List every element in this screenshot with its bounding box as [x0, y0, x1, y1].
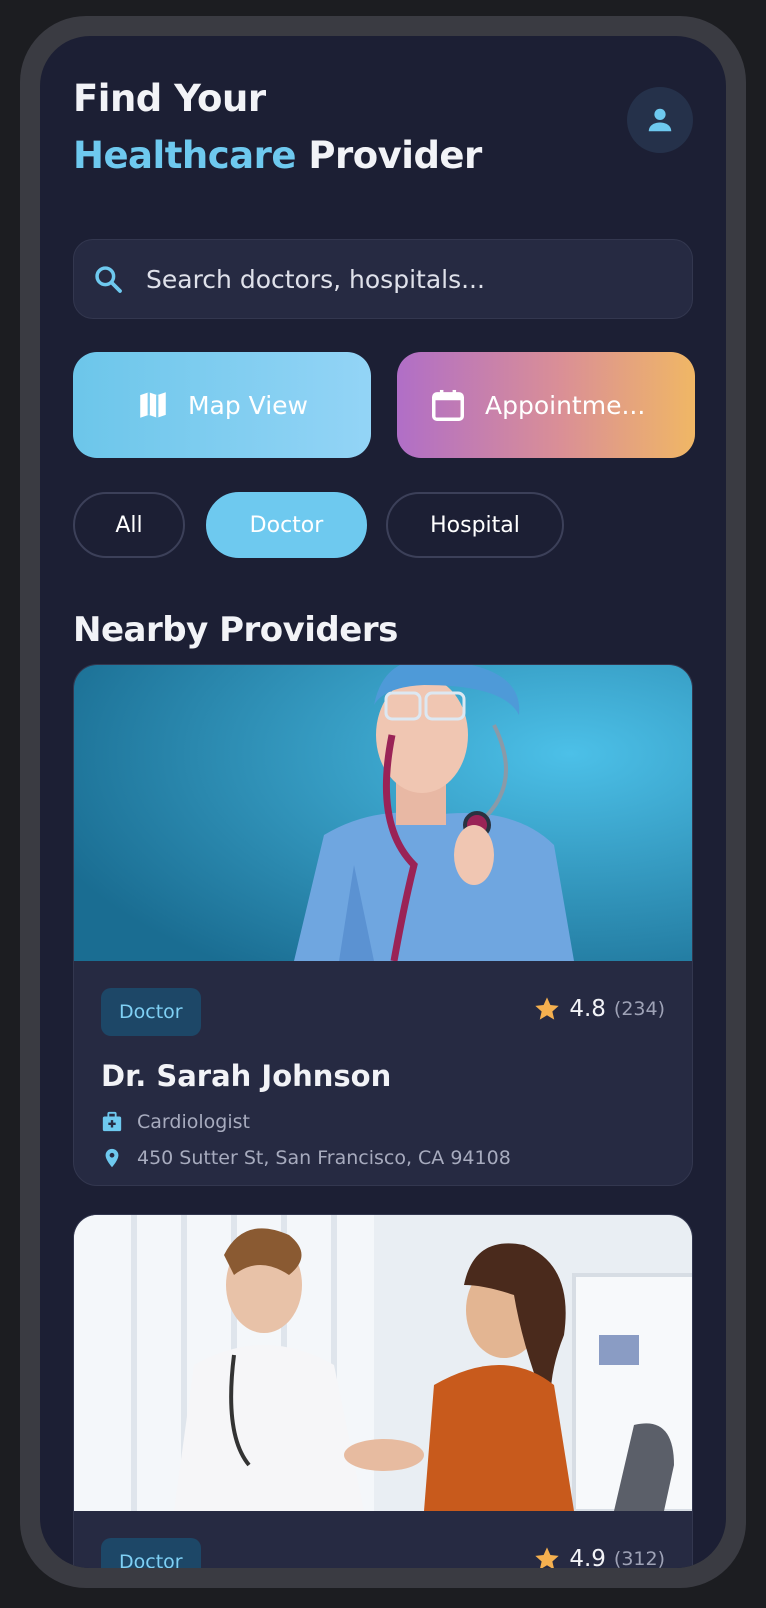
person-icon	[648, 108, 672, 132]
app-screen: Find Your Healthcare Provider Search doc…	[40, 36, 726, 1568]
rating: 4.9 (312)	[533, 1545, 665, 1568]
page-title-line-1: Find Your	[73, 77, 266, 120]
rating-score: 4.8	[569, 996, 606, 1022]
provider-photo	[74, 665, 692, 961]
provider-specialty: Cardiologist	[101, 1111, 250, 1133]
provider-info: Doctor 4.9 (312)	[74, 1511, 692, 1568]
rating: 4.8 (234)	[533, 995, 665, 1023]
provider-address: 450 Sutter St, San Francisco, CA 94108	[101, 1147, 511, 1169]
review-count: (234)	[613, 998, 665, 1020]
provider-card[interactable]: Doctor 4.9 (312)	[73, 1214, 693, 1568]
provider-card[interactable]: Doctor 4.8 (234) Dr. Sarah Johnson Cardi…	[73, 664, 693, 1186]
map-view-button[interactable]: Map View	[73, 352, 371, 458]
search-icon	[90, 261, 126, 297]
provider-type-badge: Doctor	[101, 988, 201, 1036]
page-title-line-2: Healthcare Provider	[73, 127, 693, 184]
provider-name: Dr. Sarah Johnson	[101, 1059, 392, 1093]
device-frame: Find Your Healthcare Provider Search doc…	[20, 16, 746, 1588]
search-input[interactable]	[146, 264, 666, 294]
action-buttons: Map View Appointme...	[73, 352, 695, 458]
filter-chip-label: Hospital	[430, 512, 520, 538]
title-accent: Healthcare	[73, 134, 296, 177]
address-text: 450 Sutter St, San Francisco, CA 94108	[137, 1147, 511, 1169]
section-title: Nearby Providers	[73, 610, 398, 650]
location-pin-icon	[105, 1148, 119, 1168]
filter-chip-label: Doctor	[249, 512, 324, 538]
rating-score: 4.9	[569, 1546, 606, 1568]
filter-chip-doctor[interactable]: Doctor	[206, 492, 367, 558]
filter-chip-label: All	[115, 512, 143, 538]
star-icon	[535, 1547, 559, 1568]
title-rest: Provider	[295, 134, 482, 177]
provider-info: Doctor 4.8 (234) Dr. Sarah Johnson Cardi…	[74, 961, 692, 1185]
star-icon	[535, 997, 559, 1020]
map-icon	[140, 392, 166, 418]
medical-bag-icon	[102, 1111, 122, 1132]
header: Find Your Healthcare Provider	[73, 70, 693, 180]
profile-button[interactable]	[627, 87, 693, 153]
provider-photo	[74, 1215, 692, 1511]
calendar-icon	[432, 389, 464, 421]
review-count: (312)	[613, 1548, 665, 1568]
specialty-text: Cardiologist	[137, 1111, 250, 1133]
appointments-button[interactable]: Appointme...	[397, 352, 695, 458]
search-bar[interactable]	[73, 239, 693, 319]
map-view-label: Map View	[187, 390, 309, 420]
appointments-label: Appointme...	[485, 390, 646, 420]
filter-chip-hospital[interactable]: Hospital	[386, 492, 564, 558]
filter-chip-all[interactable]: All	[73, 492, 185, 558]
provider-type-badge: Doctor	[101, 1538, 201, 1568]
